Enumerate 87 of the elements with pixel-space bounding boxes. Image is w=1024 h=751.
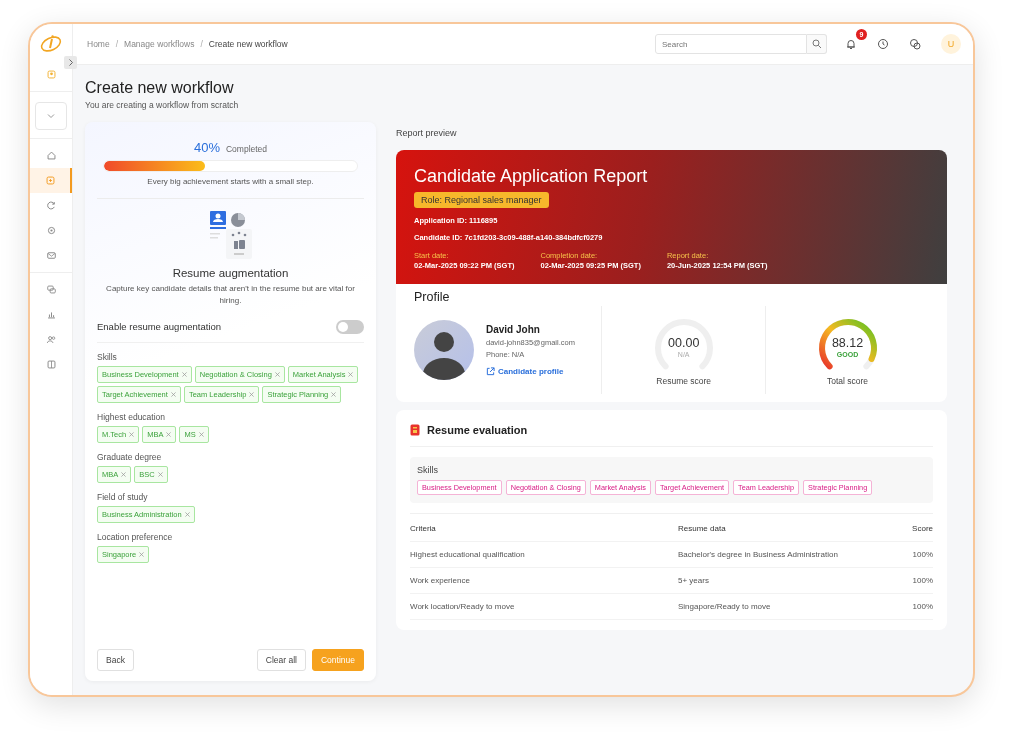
breadcrumb-separator: / [115,39,119,49]
search-button[interactable] [807,34,827,54]
section-description: Capture key candidate details that aren't in the resume but are vital for hiring. [105,283,356,308]
dropdown-button[interactable] [35,102,67,130]
table-cell: Work experience [410,567,678,594]
mail-icon [45,250,57,261]
home-icon [45,150,57,161]
score-value: 00.00 [667,336,701,350]
column-header: Resume data [678,513,893,542]
continue-button[interactable]: Continue [311,649,364,671]
book-icon [45,359,57,370]
close-icon[interactable] [184,511,190,517]
page-title: Create new workflow [85,79,235,97]
skills-label: Skills [417,465,439,475]
chat-icon [45,284,57,295]
help-button[interactable] [875,36,891,52]
close-icon[interactable] [129,431,135,437]
search-field[interactable]: Search [655,34,807,54]
column-header: Criteria [410,513,678,542]
users-icon [45,334,57,345]
avatar-silhouette-icon [414,320,474,380]
breadcrumb-link[interactable]: Create new workflow [208,39,288,49]
document-icon [410,424,420,436]
close-icon[interactable] [181,371,187,377]
report-title: Candidate Application Report [414,166,649,187]
breadcrumb-separator: / [200,39,203,49]
sidebar-item[interactable] [30,168,72,193]
chart-icon [45,309,57,320]
badge-icon [45,69,57,80]
close-icon[interactable] [157,471,163,477]
score-label: Resume score [656,376,712,386]
evaluation-heading: Resume evaluation [427,424,528,436]
candidate-profile-link[interactable]: Candidate profile [486,367,575,376]
settings-icon [45,225,57,236]
field-label: Field of study [97,491,149,502]
close-icon[interactable] [121,471,127,477]
table-cell: 100% [893,567,933,594]
square-plus-icon [44,175,56,186]
augmentation-toggle[interactable] [336,319,364,334]
preview-label: Report preview [396,128,458,138]
breadcrumb-link[interactable]: Manage workflows [124,39,195,49]
field-label: Location preference [97,531,174,542]
chevron-down-icon [47,113,55,119]
candidate-name: David John [486,324,541,335]
table-cell: 100% [893,541,933,568]
profile-heading: Profile [414,290,451,304]
section-title: Resume augmentation [171,267,290,279]
close-icon[interactable] [348,371,354,377]
external-link-icon [486,367,495,376]
chat-icon [909,38,921,50]
progress-percent: 40% [193,140,220,155]
score-value: 88.12 [830,336,865,350]
chat-button[interactable] [907,36,923,52]
field-label: Highest education [97,411,167,422]
close-icon[interactable] [139,551,145,557]
user-avatar[interactable]: U [941,34,961,54]
close-icon[interactable] [170,391,176,397]
table-cell: 5+ years [678,567,893,594]
progress-label: Completed [225,144,268,154]
chevron-right-icon [67,59,74,66]
expand-button[interactable] [64,56,77,69]
table-cell: Bachelor's degree in Business Administration [678,541,893,568]
breadcrumb-link[interactable]: Home [87,39,110,49]
bell-icon [845,38,857,50]
close-icon[interactable] [331,391,337,397]
role-badge: Role: Regional sales manager [414,192,549,208]
progress-message: Every big achievement starts with a small step. [146,177,315,186]
field-label: Skills [97,351,118,362]
field-label: Graduate degree [97,451,163,462]
back-button[interactable]: Back [97,649,134,671]
close-icon[interactable] [198,431,204,437]
close-icon[interactable] [249,391,255,397]
table-cell: Work location/Ready to move [410,593,678,620]
clear-all-button[interactable]: Clear all [256,649,306,671]
page-subtitle: You are creating a workflow from scratch [85,100,240,110]
table-cell: 100% [893,593,933,620]
column-header: Score [893,513,933,542]
score-label: Total score [827,376,869,386]
table-cell: Singapore/Ready to move [678,593,893,620]
refresh-icon [45,200,57,211]
toggle-label: Enable resume augmentation [97,321,222,333]
table-cell: Highest educational qualification [410,541,678,568]
search-icon [811,39,822,49]
logo-icon [39,32,63,54]
close-icon[interactable] [166,431,172,437]
close-icon[interactable] [274,371,280,377]
clock-icon [877,38,889,50]
